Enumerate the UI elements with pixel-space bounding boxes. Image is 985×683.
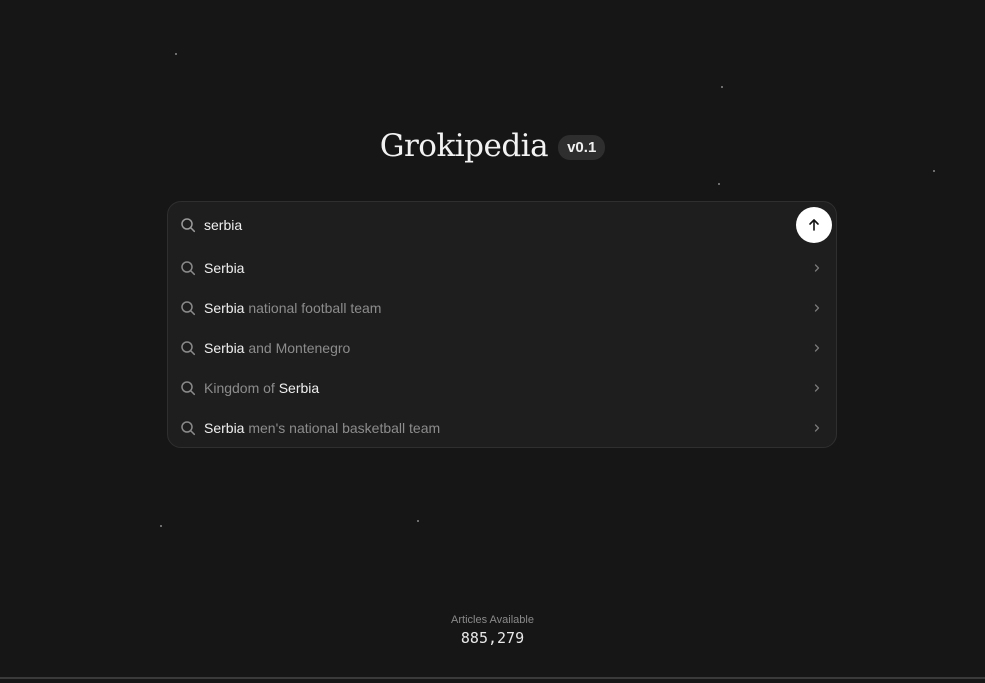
- search-row: [168, 202, 836, 248]
- search-icon: [181, 381, 196, 396]
- suggestion-suffix: and Montenegro: [244, 340, 351, 356]
- chevron-right-icon: [814, 344, 820, 352]
- background-star: [417, 520, 419, 522]
- suggestion-suffix: national football team: [244, 300, 382, 316]
- search-icon: [181, 341, 196, 356]
- page: Grokipedia v0.1 Serbia: [0, 0, 985, 683]
- suggestion-match: Serbia: [204, 340, 245, 356]
- search-icon: [181, 218, 196, 233]
- search-panel: Serbia Serbia national football team: [167, 201, 837, 448]
- suggestion-text: Serbia men's national basketball team: [204, 420, 812, 436]
- arrow-up-icon: [809, 219, 819, 231]
- suggestion-match: Serbia: [204, 420, 245, 436]
- background-star: [160, 525, 162, 527]
- suggestion-match: Serbia: [204, 260, 245, 276]
- articles-available-count: 885,279: [460, 629, 525, 647]
- suggestion-item[interactable]: Serbia: [168, 248, 836, 288]
- chevron-right-icon: [814, 424, 820, 432]
- suggestion-item[interactable]: Serbia and Montenegro: [168, 328, 836, 368]
- search-icon: [181, 301, 196, 316]
- background-star: [175, 53, 177, 55]
- brand-header: Grokipedia v0.1: [0, 128, 985, 164]
- suggestion-item[interactable]: Kingdom of Serbia: [168, 368, 836, 408]
- articles-available-label: Articles Available: [451, 614, 534, 626]
- version-badge: v0.1: [558, 135, 606, 160]
- articles-stats: Articles Available 885,279: [0, 614, 985, 647]
- chevron-right-icon: [814, 384, 820, 392]
- background-star: [933, 170, 935, 172]
- search-icon: [181, 261, 196, 276]
- search-input[interactable]: [204, 217, 796, 233]
- suggestion-text: Serbia national football team: [204, 300, 812, 316]
- submit-search-button[interactable]: [796, 207, 832, 243]
- bottom-divider: [0, 677, 985, 679]
- suggestion-prefix: Kingdom of: [204, 380, 279, 396]
- suggestion-text: Serbia and Montenegro: [204, 340, 812, 356]
- brand-title: Grokipedia: [379, 128, 549, 164]
- suggestion-match: Serbia: [278, 380, 320, 396]
- suggestion-item[interactable]: Serbia national football team: [168, 288, 836, 328]
- chevron-right-icon: [814, 304, 820, 312]
- suggestion-list: Serbia Serbia national football team Ser…: [168, 248, 836, 448]
- suggestion-text: Serbia: [204, 260, 812, 276]
- suggestion-text: Kingdom of Serbia: [204, 380, 812, 396]
- search-icon: [181, 421, 196, 436]
- suggestion-suffix: men's national basketball team: [244, 420, 441, 436]
- background-star: [718, 183, 720, 185]
- chevron-right-icon: [814, 264, 820, 272]
- suggestion-item[interactable]: Serbia men's national basketball team: [168, 408, 836, 448]
- background-star: [721, 86, 723, 88]
- suggestion-match: Serbia: [204, 300, 245, 316]
